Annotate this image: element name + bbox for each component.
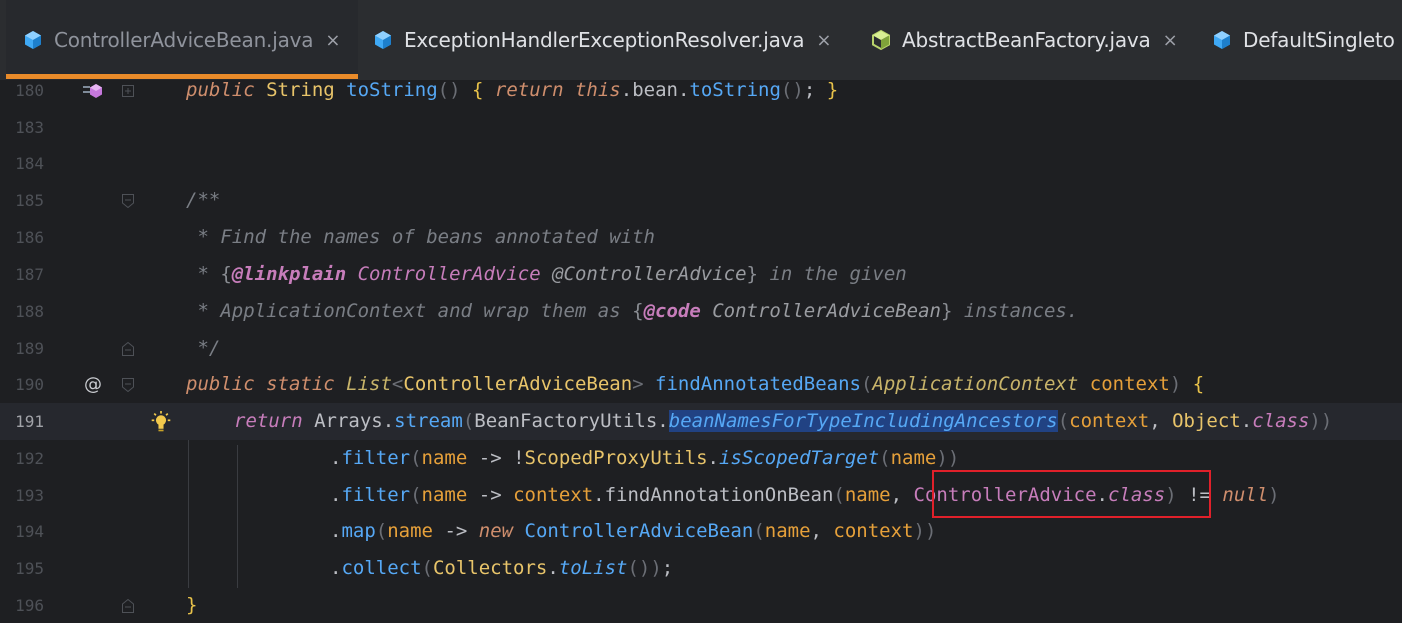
code-line-185: 185 /** xyxy=(0,182,1402,219)
line-number: 183 xyxy=(15,118,44,137)
line-number: 187 xyxy=(15,265,44,284)
code-text: public String toString() { return this.b… xyxy=(186,80,839,101)
code-text: .filter(name -> !ScopedProxyUtils.isScop… xyxy=(330,447,960,469)
tab-label: AbstractBeanFactory.java xyxy=(902,28,1151,52)
code-line-187: 187 * {@linkplain ControllerAdvice @Cont… xyxy=(0,256,1402,293)
highlight-box xyxy=(932,470,1211,518)
code-text: .collect(Collectors.toList()); xyxy=(330,557,674,579)
code-editor[interactable]: 180 public String toString() { return th… xyxy=(0,80,1402,623)
line-number: 191 xyxy=(15,412,44,431)
fold-end-icon[interactable] xyxy=(121,587,135,623)
tab-label: ControllerAdviceBean.java xyxy=(54,28,314,52)
java-class-icon xyxy=(375,31,391,49)
code-text: public static List<ControllerAdviceBean>… xyxy=(186,373,1205,395)
tab-close-icon[interactable]: × xyxy=(325,30,340,51)
code-line-184: 184 xyxy=(0,145,1402,182)
annotation-at-icon[interactable]: @ xyxy=(82,366,104,403)
tab-label: ExceptionHandlerExceptionResolver.java xyxy=(404,28,805,52)
code-line-194: 194 .map(name -> new ControllerAdviceBea… xyxy=(0,513,1402,550)
code-line-180: 180 public String toString() { return th… xyxy=(0,80,1402,109)
code-text: * ApplicationContext and wrap them as {@… xyxy=(186,300,1079,322)
tab-exception-handler-exception-resolver[interactable]: ExceptionHandlerExceptionResolver.java × xyxy=(372,0,831,80)
abstract-class-icon xyxy=(872,29,890,51)
code-line-186: 186 * Find the names of beans annotated … xyxy=(0,219,1402,256)
code-line-189: 189 */ xyxy=(0,330,1402,367)
editor-tab-bar: ControllerAdviceBean.java × ExceptionHan… xyxy=(0,0,1402,80)
code-text: * Find the names of beans annotated with xyxy=(186,226,655,248)
line-number: 192 xyxy=(15,449,44,468)
tab-close-icon[interactable]: × xyxy=(1163,30,1178,51)
code-text: return Arrays.stream(BeanFactoryUtils.be… xyxy=(234,410,1333,432)
active-tab-indicator xyxy=(6,74,358,79)
line-number: 193 xyxy=(15,486,44,505)
fold-collapse-icon[interactable] xyxy=(121,182,135,219)
lightbulb-icon[interactable] xyxy=(150,403,172,440)
code-text: .map(name -> new ControllerAdviceBean(na… xyxy=(330,520,937,542)
java-class-icon xyxy=(25,31,41,49)
line-number: 186 xyxy=(15,228,44,247)
tab-close-icon[interactable]: × xyxy=(816,30,831,51)
tab-controller-advice-bean[interactable]: ControllerAdviceBean.java × xyxy=(6,0,358,80)
fold-expand-icon[interactable] xyxy=(121,80,135,109)
fold-end-icon[interactable] xyxy=(121,330,135,367)
code-text: /** xyxy=(186,189,221,211)
selected-method: beanNamesForTypeIncludingAncestors xyxy=(668,410,1058,432)
code-text: * {@linkplain ControllerAdvice @Controll… xyxy=(186,263,907,285)
code-line-195: 195 .collect(Collectors.toList()); xyxy=(0,550,1402,587)
code-text: */ xyxy=(186,337,221,359)
fold-collapse-icon[interactable] xyxy=(121,366,135,403)
code-line-183: 183 xyxy=(0,109,1402,146)
code-line-196: 196 } xyxy=(0,587,1402,623)
tab-abstract-bean-factory[interactable]: AbstractBeanFactory.java × xyxy=(870,0,1178,80)
line-number: 184 xyxy=(15,154,44,173)
line-number: 190 xyxy=(15,375,44,394)
line-number: 196 xyxy=(15,596,44,615)
code-text: } xyxy=(186,594,198,616)
code-line-188: 188 * ApplicationContext and wrap them a… xyxy=(0,293,1402,330)
line-number: 189 xyxy=(15,339,44,358)
tab-default-singleton[interactable]: DefaultSingleto xyxy=(1211,0,1395,80)
line-number: 188 xyxy=(15,302,44,321)
code-line-190: 190 @ public static List<ControllerAdvic… xyxy=(0,366,1402,403)
line-number: 180 xyxy=(15,81,44,100)
line-number: 195 xyxy=(15,559,44,578)
line-number: 185 xyxy=(15,191,44,210)
code-line-191: 191 return Arrays.stream(BeanFactoryUtil… xyxy=(0,403,1402,440)
line-number: 194 xyxy=(15,522,44,541)
tab-label: DefaultSingleto xyxy=(1243,28,1395,52)
override-marker-icon[interactable] xyxy=(82,80,104,109)
java-class-icon xyxy=(1214,31,1230,49)
